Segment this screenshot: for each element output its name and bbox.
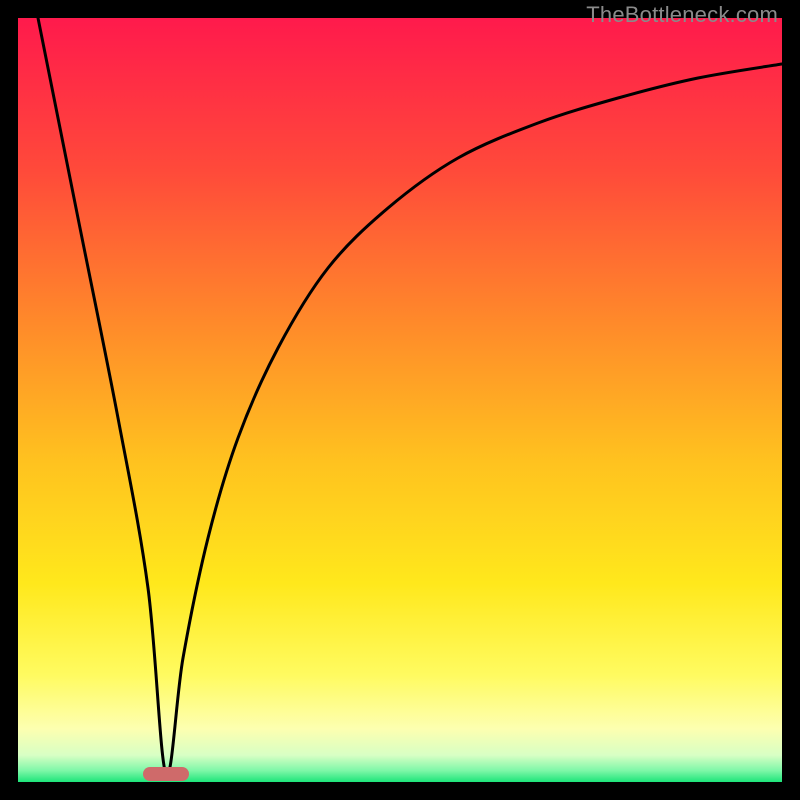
bottleneck-curve xyxy=(18,18,782,782)
plot-frame xyxy=(18,18,782,782)
watermark-text: TheBottleneck.com xyxy=(586,2,778,28)
optimal-point-marker xyxy=(143,767,189,781)
